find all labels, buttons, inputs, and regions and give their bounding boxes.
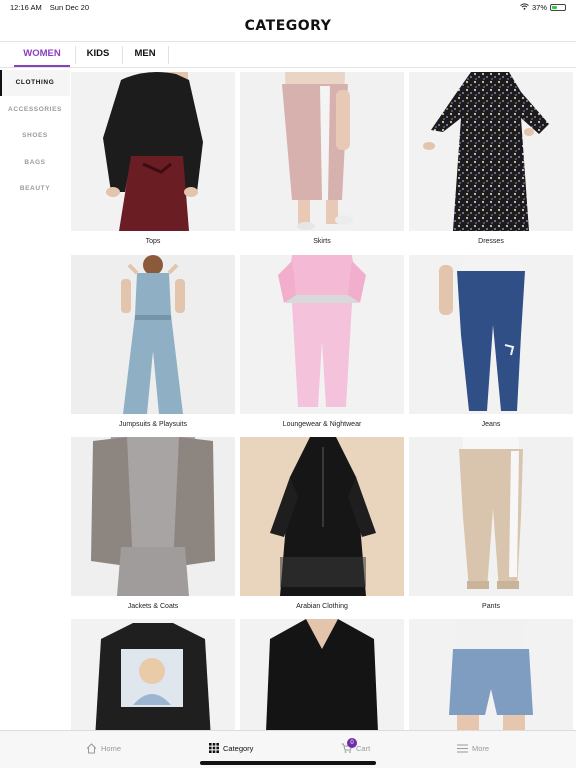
jacket-photo [71,437,235,596]
tab-divider [75,46,76,64]
category-tile-jumpsuits[interactable]: Jumpsuits & Playsuits [71,255,235,437]
category-label: Skirts [313,238,331,245]
category-tile-tops[interactable]: Tops [71,72,235,254]
category-tile-dresses[interactable]: Dresses [409,72,573,254]
category-label: Jeans [481,421,501,428]
category-tile-pants[interactable]: Pants [409,437,573,619]
tab-home[interactable]: Home [86,739,121,757]
category-tile-jeans[interactable]: Jeans [409,255,573,437]
sidebar-item-shoes[interactable]: SHOES [0,123,70,149]
category-grid: Tops Skirts Dresses Jumpsuits & Playsuit… [71,72,574,730]
sidebar-item-bags[interactable]: BAGS [0,150,70,176]
skirt-photo [240,72,404,231]
abaya-photo [240,437,404,596]
category-label: Tops [145,238,161,245]
tab-more[interactable]: More [457,739,489,757]
tab-cart[interactable]: 0 Cart [341,738,371,757]
jeans-photo [409,255,573,414]
header: CATEGORY [0,14,576,42]
category-tile-sweatshirts[interactable] [71,619,235,730]
status-date: Sun Dec 20 [49,3,89,12]
status-left: 12:16 AM Sun Dec 20 [10,3,95,12]
tab-kids[interactable]: KIDS [78,42,118,68]
tab-men[interactable]: MEN [125,42,165,68]
category-label: Pants [482,603,500,610]
battery-percent: 37% [531,3,547,12]
page-title: CATEGORY [244,18,332,34]
jumpsuit-photo [71,255,235,414]
battery-icon [550,4,566,11]
loungewear-photo [240,255,404,414]
graphic-sweatshirt-photo [71,619,235,730]
category-tile-skirts[interactable]: Skirts [240,72,404,254]
cart-icon: 0 [341,738,357,753]
status-time: 12:16 AM [10,3,42,12]
status-right: 37% [520,3,566,12]
home-icon [86,742,97,754]
top-photo [71,72,235,231]
category-tile-shorts[interactable] [409,619,573,730]
gender-tabs: WOMEN KIDS MEN [0,42,576,68]
category-tile-arabian[interactable]: Arabian Clothing [240,437,404,619]
category-label: Jackets & Coats [127,603,179,610]
tab-category[interactable]: Category [209,739,253,757]
sidebar-item-clothing[interactable]: CLOTHING [0,70,70,96]
category-tile-tops-vneck[interactable] [240,619,404,730]
tab-category-label: Category [223,743,254,753]
tab-cart-label: Cart [356,743,371,753]
status-bar: 12:16 AM Sun Dec 20 37% [0,0,576,14]
tab-women[interactable]: WOMEN [14,42,70,68]
grid-icon [209,743,219,753]
tab-divider [168,46,169,64]
tab-home-label: Home [101,743,122,753]
category-tile-jackets[interactable]: Jackets & Coats [71,437,235,619]
category-label: Dresses [478,238,504,245]
home-indicator [200,761,376,765]
sidebar-item-accessories[interactable]: ACCESSORIES [0,97,70,123]
category-label: Arabian Clothing [296,603,348,610]
vneck-top-photo [240,619,404,730]
tab-more-label: More [472,743,490,753]
cart-count-badge: 0 [347,738,357,748]
wifi-icon [520,3,529,12]
category-sidebar: CLOTHING ACCESSORIES SHOES BAGS BEAUTY [0,69,70,729]
category-label: Loungewear & Nightwear [282,421,362,428]
dress-photo [409,72,573,231]
category-label: Jumpsuits & Playsuits [118,421,188,428]
tab-divider [122,46,123,64]
pants-photo [409,437,573,596]
menu-icon [457,744,468,753]
denim-shorts-photo [409,619,573,730]
category-tile-loungewear[interactable]: Loungewear & Nightwear [240,255,404,437]
sidebar-item-beauty[interactable]: BEAUTY [0,176,70,202]
